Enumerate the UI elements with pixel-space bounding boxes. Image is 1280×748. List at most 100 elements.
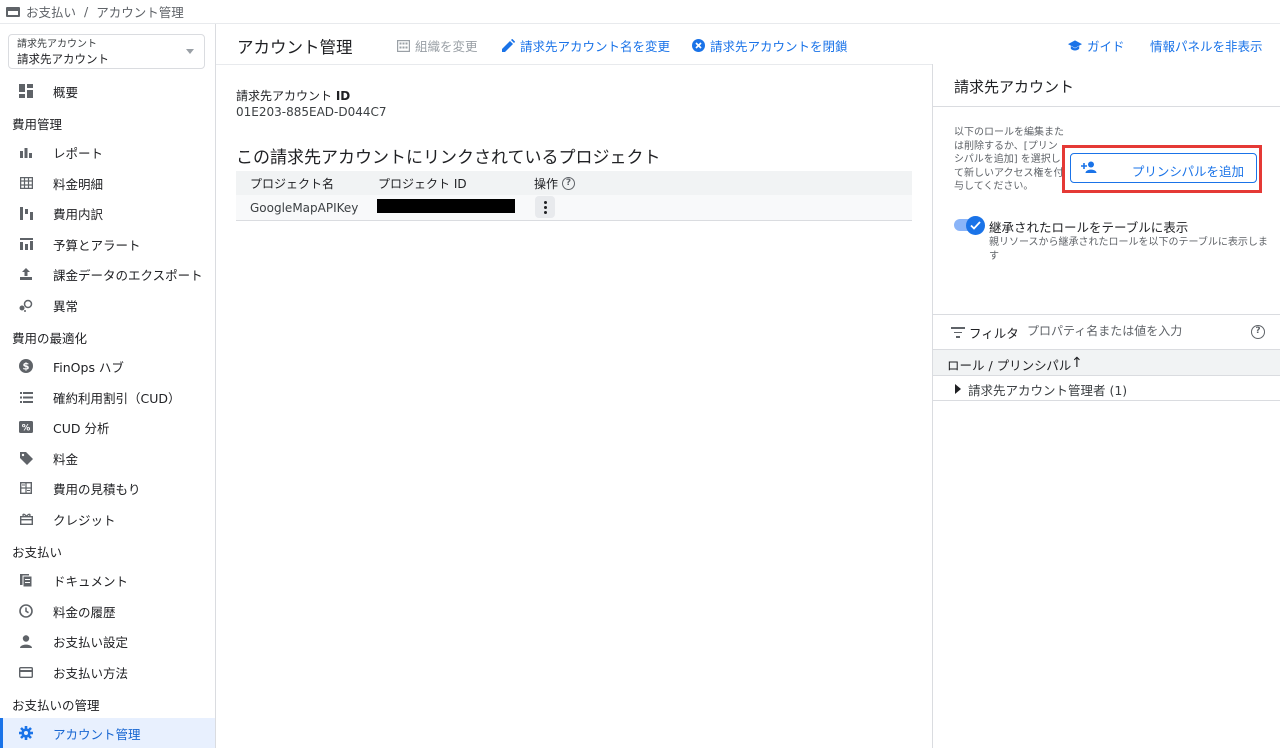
sidebar-item-invoice-details[interactable]: 料金明細	[0, 168, 215, 198]
rename-account-button[interactable]: 請求先アカウント名を変更	[501, 36, 670, 55]
sidebar-item-account-management[interactable]: アカウント管理	[0, 718, 215, 748]
breadcrumb-current: アカウント管理	[96, 5, 184, 20]
sidebar-item-label: 予算とアラート	[53, 237, 141, 253]
sidebar-item-label: 料金	[53, 451, 79, 467]
table-icon	[18, 175, 34, 191]
chevron-down-icon	[186, 49, 194, 54]
expand-arrow-icon[interactable]	[955, 384, 961, 394]
waterfall-chart-icon	[18, 205, 34, 221]
close-circle-icon	[691, 39, 705, 53]
sidebar-item-label: FinOps ハブ	[53, 359, 124, 375]
roles-table-header: ロール / プリンシパル ↑	[933, 349, 1280, 376]
breadcrumb-separator: /	[84, 4, 89, 19]
section-title-payments: お支払い	[12, 545, 63, 560]
page-title: アカウント管理	[237, 38, 353, 57]
svg-text:%: %	[22, 424, 31, 434]
account-id-label-text: 請求先アカウント	[236, 89, 333, 103]
gift-icon	[18, 511, 34, 527]
section-title-payment-management: お支払いの管理	[12, 698, 100, 713]
guide-button[interactable]: ガイド	[1068, 36, 1125, 55]
check-icon	[966, 216, 985, 235]
sidebar-item-budgets-alerts[interactable]: 予算とアラート	[0, 229, 215, 259]
page-header: アカウント管理 組織を変更 請求先アカウント名を変更 請求先アカウントを閉鎖 ガ…	[216, 24, 1280, 64]
add-principal-button[interactable]: プリンシパルを追加	[1070, 153, 1257, 183]
role-row[interactable]: 請求先アカウント管理者 (1)	[933, 376, 1280, 401]
sidebar-item-label: お支払い方法	[53, 665, 129, 681]
filter-input[interactable]	[1027, 320, 1247, 342]
document-icon	[18, 572, 34, 588]
pencil-icon	[501, 39, 515, 53]
redacted-project-id	[377, 199, 515, 213]
projects-table: プロジェクト名 プロジェクト ID 操作 ? GoogleMapAPIKey	[236, 171, 912, 221]
sidebar-item-label: レポート	[53, 145, 104, 161]
column-role-principal[interactable]: ロール / プリンシパル	[947, 355, 1071, 374]
sidebar-item-reports[interactable]: レポート	[0, 137, 215, 167]
clock-icon	[18, 603, 34, 619]
section-title-cost-optimization: 費用の最適化	[12, 331, 88, 346]
svg-text:$: $	[23, 362, 30, 373]
sidebar-item-billing-export[interactable]: 課金データのエクスポート	[0, 259, 215, 289]
guide-label: ガイド	[1087, 39, 1125, 54]
sidebar-item-credits[interactable]: クレジット	[0, 504, 215, 534]
main-content: 請求先アカウント ID 01E203-885EAD-D044C7 この請求先アカ…	[216, 64, 932, 748]
help-icon[interactable]: ?	[1251, 325, 1265, 339]
percent-icon: %	[18, 419, 34, 435]
person-add-icon	[1081, 161, 1097, 177]
sidebar-item-label: アカウント管理	[53, 726, 141, 742]
column-project-id[interactable]: プロジェクト ID	[378, 175, 467, 192]
filter-icon[interactable]	[951, 327, 965, 338]
change-organization-label: 組織を変更	[415, 39, 478, 54]
sidebar-item-label: CUD 分析	[53, 420, 110, 436]
account-selector-label: 請求先アカウント	[17, 39, 97, 50]
change-organization-button[interactable]: 組織を変更	[396, 36, 478, 55]
sidebar-item-label: 料金の履歴	[53, 604, 116, 620]
sidebar-item-finops-hub[interactable]: $ FinOps ハブ	[0, 351, 215, 381]
sidebar-item-cost-estimate[interactable]: 費用の見積もり	[0, 473, 215, 503]
column-actions: 操作 ?	[534, 175, 576, 192]
sidebar-item-label: 確約利用割引（CUD）	[53, 390, 181, 406]
close-account-button[interactable]: 請求先アカウントを閉鎖	[691, 36, 848, 55]
anomaly-icon	[18, 297, 34, 313]
hide-info-panel-button[interactable]: 情報パネルを非表示	[1150, 36, 1263, 55]
credit-card-icon	[18, 664, 34, 680]
project-name-cell: GoogleMapAPIKey	[250, 200, 359, 215]
sidebar-item-cost-breakdown[interactable]: 費用内訳	[0, 198, 215, 228]
breadcrumb-root[interactable]: お支払い	[26, 2, 76, 21]
sort-arrow-up-icon[interactable]: ↑	[1071, 355, 1083, 371]
projects-heading: この請求先アカウントにリンクされているプロジェクト	[236, 148, 661, 168]
dashboard-icon	[18, 83, 34, 99]
info-panel-title: 請求先アカウント	[954, 78, 1075, 96]
sidebar-item-documents[interactable]: ドキュメント	[0, 565, 215, 595]
sidebar-item-label: お支払い設定	[53, 634, 129, 650]
account-id-value: 01E203-885EAD-D044C7	[236, 105, 387, 119]
sidebar-item-label: 費用内訳	[53, 206, 104, 222]
sidebar-item-anomalies[interactable]: 異常	[0, 290, 215, 320]
inherited-roles-toggle[interactable]	[954, 216, 986, 235]
filter-bar: フィルタ ?	[933, 316, 1280, 348]
sidebar-item-cud-analysis[interactable]: % CUD 分析	[0, 412, 215, 442]
divider	[933, 314, 1280, 315]
breadcrumb: お支払い / アカウント管理	[0, 0, 1280, 24]
sidebar-item-label: 料金明細	[53, 176, 104, 192]
account-id-label-suffix: ID	[335, 89, 351, 103]
filter-label: フィルタ	[969, 326, 1019, 341]
sidebar-item-overview[interactable]: 概要	[0, 76, 215, 106]
sidebar-item-pricing[interactable]: 料金	[0, 443, 215, 473]
more-vert-icon[interactable]	[535, 196, 555, 218]
column-project-name[interactable]: プロジェクト名	[250, 175, 334, 192]
budget-chart-icon	[18, 236, 34, 252]
sidebar-item-payment-method[interactable]: お支払い方法	[0, 657, 215, 687]
column-actions-label: 操作	[534, 176, 559, 191]
section-title-cost-management: 費用管理	[12, 117, 63, 132]
list-icon	[18, 389, 34, 405]
sidebar-item-payment-settings[interactable]: お支払い設定	[0, 626, 215, 656]
help-icon[interactable]: ?	[562, 176, 576, 190]
sidebar-item-label: 課金データのエクスポート	[53, 267, 203, 283]
inherited-roles-label: 継承されたロールをテーブルに表示	[989, 220, 1189, 235]
sidebar-item-cud[interactable]: 確約利用割引（CUD）	[0, 382, 215, 412]
sidebar-item-label: ドキュメント	[53, 573, 129, 589]
sidebar: 請求先アカウント 請求先アカウント 概要 費用管理 レポート 料金明細 費用内訳…	[0, 24, 216, 748]
person-icon	[18, 633, 34, 649]
billing-account-selector[interactable]: 請求先アカウント 請求先アカウント	[8, 34, 205, 69]
sidebar-item-transactions[interactable]: 料金の履歴	[0, 596, 215, 626]
